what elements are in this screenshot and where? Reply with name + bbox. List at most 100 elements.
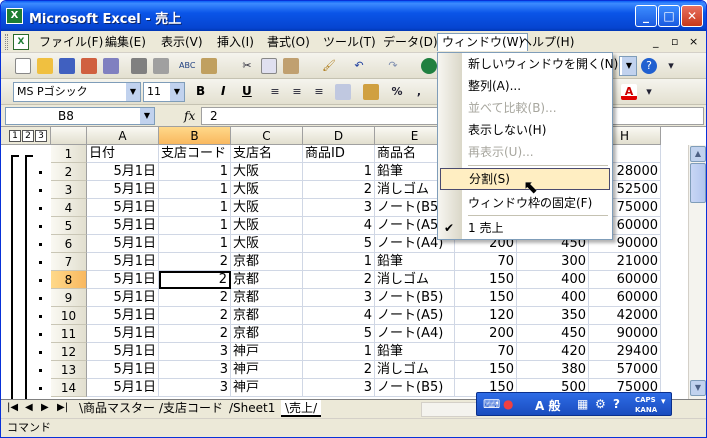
cell-d10[interactable]: 4 (303, 307, 375, 325)
cell-a6[interactable]: 5月1日 (87, 235, 159, 253)
cell-e14[interactable]: ノート(B5) (375, 379, 455, 397)
row-header[interactable]: 14 (51, 379, 87, 397)
align-left-icon[interactable]: ≡ (267, 84, 283, 100)
cell-a4[interactable]: 5月1日 (87, 199, 159, 217)
cell-a5[interactable]: 5月1日 (87, 217, 159, 235)
scroll-down-icon[interactable]: ▼ (690, 380, 706, 396)
outline-subgroup-bracket[interactable] (25, 155, 27, 399)
outline-level-1-button[interactable]: 1 (9, 130, 21, 142)
cell-c7[interactable]: 京都 (231, 253, 303, 271)
cell-d13[interactable]: 2 (303, 361, 375, 379)
cell-d4[interactable]: 3 (303, 199, 375, 217)
name-box[interactable]: B8 ▼ (5, 107, 155, 125)
excel-icon[interactable]: X (6, 8, 23, 24)
next-sheet-icon[interactable]: ▶ (41, 402, 49, 413)
bold-button[interactable]: B (196, 84, 205, 98)
row-header[interactable]: 13 (51, 361, 87, 379)
row-header[interactable]: 1 (51, 145, 87, 163)
toolbar-options-icon[interactable]: ▾ (663, 58, 679, 74)
row-header[interactable]: 9 (51, 289, 87, 307)
cell-e10[interactable]: ノート(A5) (375, 307, 455, 325)
menu-help[interactable]: ヘルプ(H) (516, 33, 578, 51)
cell-b5[interactable]: 1 (159, 217, 231, 235)
sheet-tab-products[interactable]: \商品マスター (75, 400, 159, 417)
cell-b6[interactable]: 1 (159, 235, 231, 253)
cell-g7[interactable]: 300 (517, 253, 589, 271)
open-icon[interactable] (37, 58, 53, 74)
cell-h10[interactable]: 42000 (589, 307, 661, 325)
menu-item-compare-side-by-side[interactable]: 並べて比較(B)... (438, 97, 612, 119)
currency-icon[interactable] (363, 84, 379, 100)
row-header[interactable]: 7 (51, 253, 87, 271)
cell-d9[interactable]: 3 (303, 289, 375, 307)
scroll-up-icon[interactable]: ▲ (690, 146, 706, 162)
column-header-d[interactable]: D (303, 127, 375, 145)
cell-b9[interactable]: 2 (159, 289, 231, 307)
first-sheet-icon[interactable]: |◀ (7, 402, 18, 413)
cell-e7[interactable]: 鉛筆 (375, 253, 455, 271)
minimize-button[interactable]: _ (635, 5, 657, 27)
cell-a9[interactable]: 5月1日 (87, 289, 159, 307)
cell-g12[interactable]: 420 (517, 343, 589, 361)
row-header[interactable]: 4 (51, 199, 87, 217)
cell-a8[interactable]: 5月1日 (87, 271, 159, 289)
row-header[interactable]: 5 (51, 217, 87, 235)
menu-edit[interactable]: 編集(E) (101, 33, 150, 51)
menu-view[interactable]: 表示(V) (157, 33, 207, 51)
cell-b10[interactable]: 2 (159, 307, 231, 325)
cell-e11[interactable]: ノート(A4) (375, 325, 455, 343)
cell-b3[interactable]: 1 (159, 181, 231, 199)
font-name-select[interactable]: MS Pゴシック ▼ (13, 82, 141, 102)
save-icon[interactable] (59, 58, 75, 74)
cell-h7[interactable]: 21000 (589, 253, 661, 271)
menu-insert[interactable]: 挿入(I) (213, 33, 258, 51)
sheet-tab-sales[interactable]: \売上/ (281, 400, 322, 417)
cell-f12[interactable]: 70 (455, 343, 517, 361)
new-icon[interactable] (15, 58, 31, 74)
column-header-c[interactable]: C (231, 127, 303, 145)
cell-g13[interactable]: 380 (517, 361, 589, 379)
font-size-select[interactable]: 11 ▼ (143, 82, 185, 102)
cell-f9[interactable]: 150 (455, 289, 517, 307)
cell-c3[interactable]: 大阪 (231, 181, 303, 199)
merge-center-icon[interactable] (335, 84, 351, 100)
cell-c4[interactable]: 大阪 (231, 199, 303, 217)
insert-function-button[interactable]: fx (184, 109, 195, 123)
outline-level-3-button[interactable]: 3 (35, 130, 47, 142)
cell-c13[interactable]: 神戸 (231, 361, 303, 379)
sheet-tab-branch-codes[interactable]: /支店コード (155, 400, 227, 417)
cell-c11[interactable]: 京都 (231, 325, 303, 343)
cell-h9[interactable]: 60000 (589, 289, 661, 307)
menu-file[interactable]: ファイル(F) (35, 33, 107, 51)
cell-a12[interactable]: 5月1日 (87, 343, 159, 361)
cell-c5[interactable]: 大阪 (231, 217, 303, 235)
menu-tools[interactable]: ツール(T) (319, 33, 380, 51)
cell-c12[interactable]: 神戸 (231, 343, 303, 361)
cell-a3[interactable]: 5月1日 (87, 181, 159, 199)
cell-c9[interactable]: 京都 (231, 289, 303, 307)
cell-f10[interactable]: 120 (455, 307, 517, 325)
toolbar-options-icon[interactable]: ▾ (641, 84, 657, 100)
cell-e9[interactable]: ノート(B5) (375, 289, 455, 307)
select-all-corner[interactable] (51, 127, 87, 145)
cell-b4[interactable]: 1 (159, 199, 231, 217)
last-sheet-icon[interactable]: ▶| (57, 402, 68, 413)
menu-window[interactable]: ウィンドウ(W) (437, 33, 529, 51)
menu-item-unhide[interactable]: 再表示(U)... (438, 141, 612, 163)
help-icon[interactable]: ? (641, 58, 657, 74)
cell-h8[interactable]: 60000 (589, 271, 661, 289)
menu-item-hide[interactable]: 表示しない(H) (438, 119, 612, 141)
cell-d8[interactable]: 2 (303, 271, 375, 289)
align-center-icon[interactable]: ≡ (289, 84, 305, 100)
cell-d11[interactable]: 5 (303, 325, 375, 343)
outline-level-2-button[interactable]: 2 (22, 130, 34, 142)
help-icon[interactable]: ? (613, 397, 620, 411)
row-header[interactable]: 3 (51, 181, 87, 199)
cell-a2[interactable]: 5月1日 (87, 163, 159, 181)
cell-d5[interactable]: 4 (303, 217, 375, 235)
close-button[interactable]: ✕ (681, 5, 703, 27)
row-header[interactable]: 6 (51, 235, 87, 253)
title-bar[interactable]: X Microsoft Excel - 売上 _ □ ✕ (1, 1, 706, 31)
cell-d1[interactable]: 商品ID (303, 145, 375, 163)
cell-c1[interactable]: 支店名 (231, 145, 303, 163)
